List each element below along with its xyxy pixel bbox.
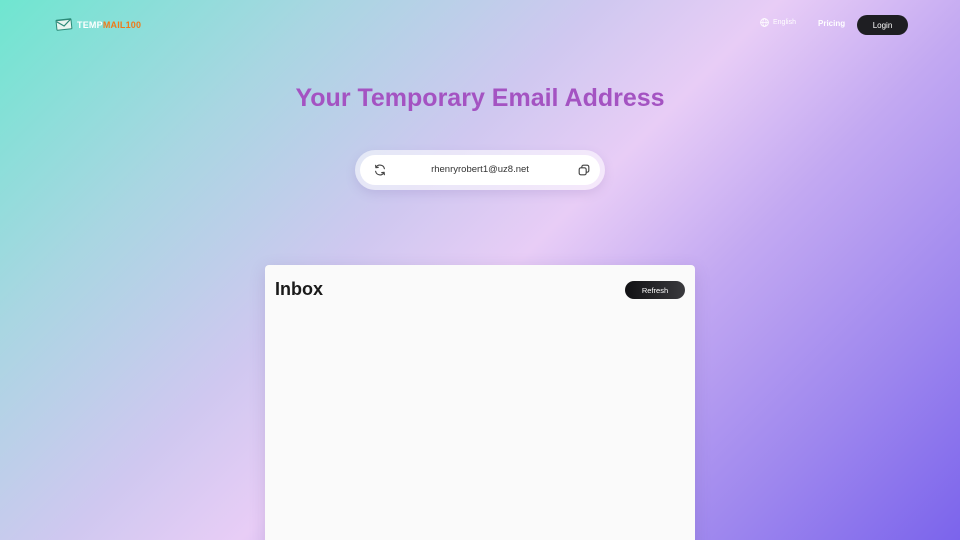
login-button[interactable]: Login: [857, 15, 908, 35]
envelope-icon: [55, 18, 73, 31]
refresh-icon[interactable]: [373, 163, 387, 177]
inbox-title: Inbox: [275, 279, 323, 299]
language-label: English: [773, 19, 796, 26]
language-selector[interactable]: English: [760, 18, 796, 27]
email-address[interactable]: rhenryrobert1@uz8.net: [394, 164, 566, 175]
logo-text-temp: TEMP: [77, 19, 103, 30]
page-title: Your Temporary Email Address: [295, 84, 665, 112]
copy-icon[interactable]: [577, 163, 591, 177]
inbox-panel: Inbox Refresh: [265, 265, 695, 540]
refresh-button[interactable]: Refresh: [625, 281, 685, 299]
email-address-box: rhenryrobert1@uz8.net: [355, 150, 605, 190]
logo-text: TEMPMAIL100: [77, 19, 142, 30]
logo-text-mail: MAIL100: [102, 19, 142, 30]
logo[interactable]: TEMPMAIL100: [55, 16, 141, 34]
email-address-field: rhenryrobert1@uz8.net: [360, 155, 600, 185]
pricing-link[interactable]: Pricing: [818, 19, 845, 28]
top-nav: TEMPMAIL100 English Pricing Login: [0, 0, 960, 50]
globe-icon: [760, 18, 769, 27]
